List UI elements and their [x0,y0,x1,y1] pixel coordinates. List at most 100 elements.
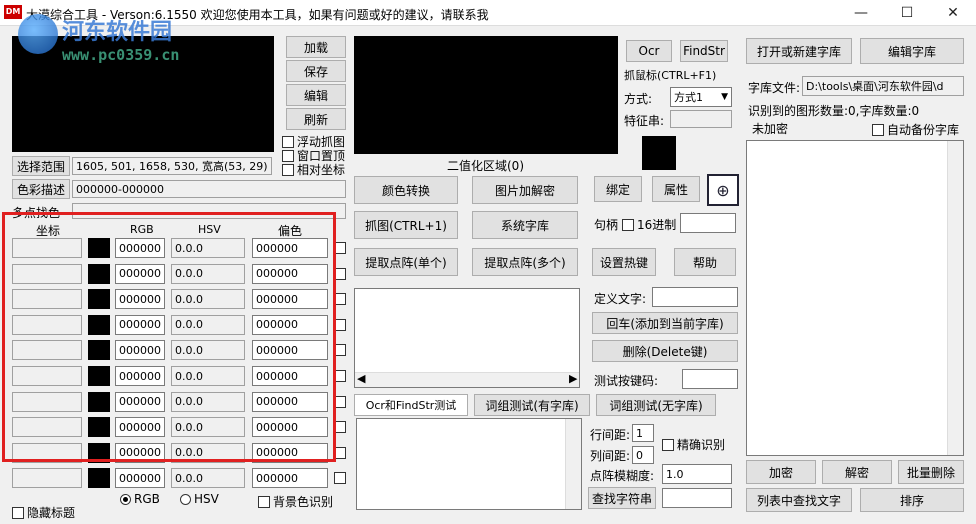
range-value-field: 1605, 501, 1658, 530, 宽高(53, 29) [72,157,272,175]
capture-button[interactable]: 抓图(CTRL+1) [354,211,458,239]
select-range-button[interactable]: 选择范围 [12,156,70,176]
watermark-url: www.pc0359.cn [62,46,180,64]
refresh-button[interactable]: 刷新 [286,108,346,130]
line-spacing-label: 行间距: [590,428,631,442]
relative-coord-checkbox[interactable] [282,163,294,176]
float-capture-checkbox[interactable] [282,135,294,148]
horizontal-scrollbar[interactable] [355,372,579,387]
scroll-left-icon[interactable]: ◀ [357,372,365,385]
hsv-radio-label: HSV [194,492,219,506]
row-enable-checkbox[interactable] [334,472,346,485]
col-spacing-field[interactable]: 0 [632,446,654,464]
mode-select-value: 方式1 [674,91,703,104]
binary-area-label: 二值化区域(0) [447,159,524,173]
tab-word-test-lib[interactable]: 词组测试(有字库) [474,394,590,416]
blur-field[interactable]: 1.0 [662,464,732,484]
encrypt-status: 未加密 [752,122,789,136]
find-str-button[interactable]: 查找字符串 [588,487,656,509]
hide-title-label: 隐藏标题 [27,506,76,520]
image-decrypt-button[interactable]: 图片加解密 [472,176,578,204]
hex16-checkbox[interactable] [622,218,634,231]
bg-recognize-checkbox[interactable] [258,495,270,508]
rgb-radio[interactable] [120,493,131,505]
auto-backup-option[interactable]: 自动备份字库 [872,121,959,138]
save-button[interactable]: 保存 [286,60,346,82]
row-coord-field[interactable] [12,468,82,489]
tab-ocr-test[interactable]: Ocr和FindStr测试 [354,394,468,416]
lib-file-label: 字库文件: [748,81,801,95]
open-create-lib-button[interactable]: 打开或新建字库 [746,38,852,64]
handle-label: 句柄 [594,218,619,232]
hide-title-option[interactable]: 隐藏标题 [12,504,75,521]
scroll-right-icon[interactable]: ▶ [569,372,577,385]
blur-label: 点阵模糊度: [590,469,655,483]
load-button[interactable]: 加载 [286,36,346,58]
auto-backup-label: 自动备份字库 [887,123,960,137]
feature-label: 特征串: [624,114,665,128]
font-lib-scrollbar[interactable] [947,141,963,455]
row-hsv-field[interactable]: 0.0.0 [171,468,245,489]
mode-label: 方式: [624,92,653,106]
row-rgb-field[interactable]: 000000 [115,468,165,489]
precise-label: 精确识别 [677,438,726,452]
system-lib-button[interactable]: 系统字库 [472,211,578,239]
test-key-field[interactable] [682,369,738,389]
enter-add-button[interactable]: 回车(添加到当前字库) [592,312,738,334]
col-spacing-label: 列间距: [590,449,631,463]
ocr-button[interactable]: Ocr [626,40,672,62]
findstr-button[interactable]: FindStr [680,40,728,62]
feature-field[interactable] [670,110,732,128]
window-top-checkbox[interactable] [282,149,294,162]
decrypt-button[interactable]: 解密 [822,460,892,484]
highlight-box [2,212,336,462]
test-key-label: 测试按键码: [594,374,659,388]
bg-recognize-option[interactable]: 背景色识别 [258,493,333,510]
row-offset-field[interactable]: 000000 [252,468,328,489]
hsv-radio-option[interactable]: HSV [180,492,219,506]
precise-checkbox[interactable] [662,438,674,451]
ocr-result-text[interactable] [356,418,582,510]
bg-recognize-label: 背景色识别 [273,495,334,509]
result-scrollbar[interactable] [565,419,581,509]
help-button[interactable]: 帮助 [674,248,736,276]
minimize-button[interactable]: — [838,0,884,26]
relative-coord-option[interactable]: 相对坐标 [282,161,345,178]
extract-multi-button[interactable]: 提取点阵(多个) [472,248,578,276]
color-convert-button[interactable]: 颜色转换 [354,176,458,204]
precise-option[interactable]: 精确识别 [662,436,725,453]
rgb-radio-label: RGB [134,492,160,506]
attr-button[interactable]: 属性 [652,176,700,202]
rgb-radio-option[interactable]: RGB [120,492,160,506]
app-logo-icon: DM [4,5,22,19]
lib-file-field[interactable]: D:\tools\桌面\河东软件园\d [802,76,964,96]
hsv-radio[interactable] [180,493,191,505]
delete-button[interactable]: 删除(Delete键) [592,340,738,362]
sort-button[interactable]: 排序 [860,488,964,512]
edit-lib-button[interactable]: 编辑字库 [860,38,964,64]
find-str-field[interactable] [662,488,732,508]
tab-word-test-nolib[interactable]: 词组测试(无字库) [596,394,716,416]
crosshair-drag-icon[interactable]: ⊕ [707,174,739,206]
handle-field[interactable] [680,213,736,233]
mode-select[interactable]: 方式1 ▼ [670,87,732,107]
hex16-option[interactable]: 16进制 [622,216,676,233]
define-text-label: 定义文字: [594,292,647,306]
close-button[interactable]: ✕ [930,0,976,26]
auto-backup-checkbox[interactable] [872,123,884,136]
extract-single-button[interactable]: 提取点阵(单个) [354,248,458,276]
encrypt-button[interactable]: 加密 [746,460,816,484]
font-lib-list[interactable] [746,140,964,456]
find-in-list-button[interactable]: 列表中查找文字 [746,488,852,512]
capture-mouse-label: 抓鼠标(CTRL+F1) [624,69,717,82]
bind-button[interactable]: 绑定 [594,176,642,202]
color-desc-field[interactable]: 000000-000000 [72,180,346,198]
maximize-button[interactable]: ☐ [884,0,930,26]
hex16-label: 16进制 [637,218,677,232]
color-desc-button[interactable]: 色彩描述 [12,179,70,199]
set-hotkey-button[interactable]: 设置热键 [592,248,656,276]
hide-title-checkbox[interactable] [12,506,24,519]
define-text-field[interactable] [652,287,738,307]
edit-button[interactable]: 编辑 [286,84,346,106]
batch-delete-button[interactable]: 批量删除 [898,460,964,484]
line-spacing-field[interactable]: 1 [632,424,654,442]
